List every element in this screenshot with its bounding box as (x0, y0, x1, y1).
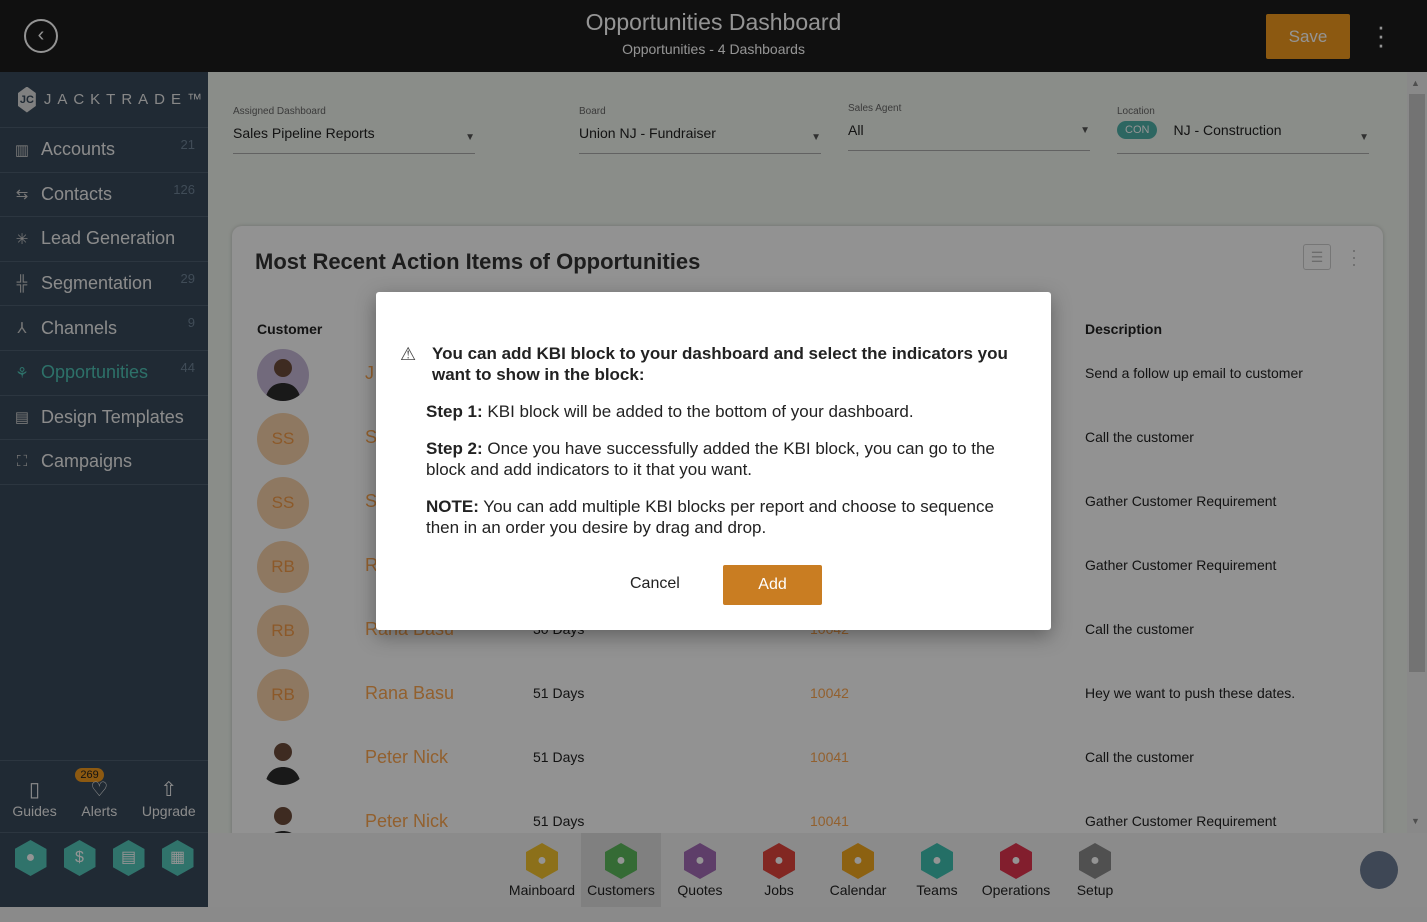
warning-icon: ⚠ (400, 344, 417, 364)
dialog-heading: You can add KBI block to your dashboard … (432, 344, 1008, 384)
add-button[interactable]: Add (723, 565, 822, 605)
note-text: NOTE: You can add multiple KBI blocks pe… (426, 497, 994, 537)
cancel-button[interactable]: Cancel (630, 575, 680, 593)
step-1-text: Step 1: KBI block will be added to the b… (426, 402, 914, 421)
step-2-text: Step 2: Once you have successfully added… (426, 439, 995, 479)
add-kbi-dialog: ⚠ You can add KBI block to your dashboar… (376, 292, 1051, 630)
